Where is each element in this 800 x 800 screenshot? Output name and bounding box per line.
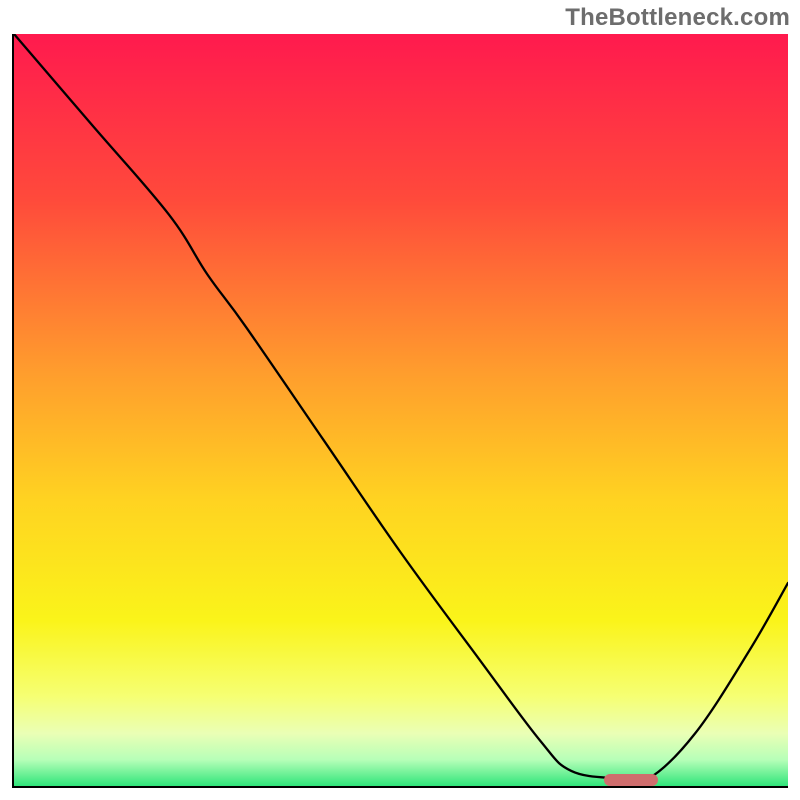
plot-area (12, 34, 788, 788)
chart-container: TheBottleneck.com (0, 0, 800, 800)
optimal-range-marker (604, 774, 658, 786)
gradient-background (14, 34, 788, 786)
watermark-text: TheBottleneck.com (565, 4, 790, 32)
